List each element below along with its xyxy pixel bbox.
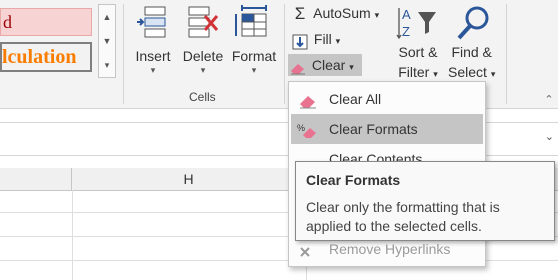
format-cells-icon [234,4,274,44]
tooltip-title: Clear Formats [306,172,401,188]
sort-label-line1: Sort & [398,44,438,60]
clear-dropdown-icon: ▾ [349,62,354,72]
clear-button[interactable]: Clear ▾ [288,54,362,76]
fill-button[interactable]: Fill ▾ [290,28,340,50]
svg-text:%: % [297,123,305,133]
bad-style-text: d [3,12,12,32]
column-h-label: H [183,171,194,187]
find-label-line1: Find & [451,44,492,60]
sigma-icon: Σ [294,4,306,24]
clear-formats-tooltip: Clear Formats Clear only the formatting … [295,161,555,241]
sort-filter-button[interactable]: A Z Sort & Filter ▾ [396,4,440,84]
column-header-g[interactable] [0,168,72,190]
delete-dropdown-icon: ▾ [200,65,206,75]
grid-line [72,190,73,280]
format-label: Format [231,48,277,64]
collapse-ribbon-icon[interactable]: ⌃ [540,90,558,110]
fill-down-icon [290,29,310,51]
autosum-dropdown-icon[interactable]: ▾ [375,10,380,20]
cells-group-label: Cells [189,90,216,104]
format-button[interactable]: Format ▾ [225,4,283,86]
bad-style-swatch[interactable]: d [0,8,92,36]
eraser-icon [297,90,319,109]
remove-hyperlink-icon [297,240,319,258]
find-select-button[interactable]: Find & Select ▾ [448,4,495,84]
fill-label: Fill [313,31,332,47]
delete-button[interactable]: Delete ▾ [174,4,232,86]
group-separator [284,4,285,104]
autosum-label: AutoSum [313,5,371,21]
expand-formula-bar-icon[interactable]: ⌄ [545,130,554,143]
magnifier-icon [450,4,494,42]
delete-label: Delete [182,48,224,64]
tooltip-body: Clear only the formatting that is applie… [306,199,500,234]
gallery-up-icon[interactable]: ▲ [99,5,115,29]
calculation-style-text: lculation [2,46,77,68]
gallery-more-icon[interactable]: ▾ [99,53,115,77]
svg-text:Z: Z [402,24,410,39]
clear-formats-icon: % [297,120,319,138]
menu-item-label: Clear All [329,91,382,107]
sort-filter-icon: A Z [396,4,440,42]
gallery-down-icon[interactable]: ▼ [99,29,115,53]
group-separator [506,4,507,104]
styles-gallery-scroll[interactable]: ▲ ▼ ▾ [98,4,116,78]
calculation-style-swatch[interactable]: lculation [0,42,92,72]
menu-item-label: Clear Formats [329,121,418,137]
clear-label: Clear [311,57,346,73]
column-header-h[interactable]: H [72,168,306,190]
menu-item-clear-formats[interactable]: % Clear Formats [291,114,483,144]
eraser-icon [288,55,308,77]
fill-dropdown-icon[interactable]: ▾ [336,36,341,46]
format-dropdown-icon: ▾ [251,65,257,75]
delete-cells-icon [183,4,223,44]
menu-item-clear-all[interactable]: Clear All [291,84,483,114]
autosum-button[interactable]: Σ AutoSum ▾ [290,2,379,24]
insert-cells-icon [133,4,173,44]
svg-text:A: A [402,7,411,22]
